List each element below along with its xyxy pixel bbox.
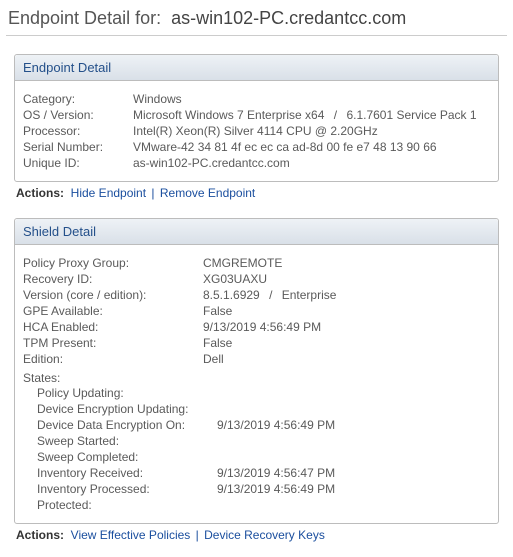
- label-processor: Processor:: [23, 123, 133, 139]
- row-dev-data-enc-on: Device Data Encryption On: 9/13/2019 4:5…: [37, 417, 490, 433]
- row-sweep-completed: Sweep Completed:: [37, 449, 490, 465]
- row-serial: Serial Number: VMware-42 34 81 4f ec ec …: [23, 139, 490, 155]
- value-ppg: CMGREMOTE: [203, 255, 490, 271]
- shield-detail-header: Shield Detail: [15, 219, 498, 245]
- row-hca: HCA Enabled: 9/13/2019 4:56:49 PM: [23, 319, 490, 335]
- header-divider: [6, 35, 507, 36]
- row-dev-enc-updating: Device Encryption Updating:: [37, 401, 490, 417]
- label-dev-data-enc-on: Device Data Encryption On:: [37, 417, 217, 433]
- value-category: Windows: [133, 91, 490, 107]
- row-recovery: Recovery ID: XG03UAXU: [23, 271, 490, 287]
- value-uniqueid: as-win102-PC.credantcc.com: [133, 155, 490, 171]
- shield-detail-table: Policy Proxy Group: CMGREMOTE Recovery I…: [23, 255, 490, 367]
- label-version: Version (core / edition):: [23, 287, 203, 303]
- os-separator: /: [328, 108, 343, 122]
- endpoint-detail-table: Category: Windows OS / Version: Microsof…: [23, 91, 490, 171]
- page-title-hostname: as-win102-PC.credantcc.com: [171, 8, 406, 28]
- value-sweep-completed: [217, 449, 490, 465]
- value-dev-enc-updating: [217, 401, 490, 417]
- value-hca: 9/13/2019 4:56:49 PM: [203, 319, 490, 335]
- label-gpe: GPE Available:: [23, 303, 203, 319]
- value-protected: [217, 497, 490, 513]
- row-inv-received: Inventory Received: 9/13/2019 4:56:47 PM: [37, 465, 490, 481]
- row-ppg: Policy Proxy Group: CMGREMOTE: [23, 255, 490, 271]
- value-os: Microsoft Windows 7 Enterprise x64 / 6.1…: [133, 107, 490, 123]
- shield-actions: Actions: View Effective Policies | Devic…: [16, 528, 499, 542]
- shield-detail-panel: Shield Detail Policy Proxy Group: CMGREM…: [14, 218, 499, 524]
- hide-endpoint-link[interactable]: Hide Endpoint: [71, 186, 146, 200]
- label-sweep-started: Sweep Started:: [37, 433, 217, 449]
- label-inv-received: Inventory Received:: [37, 465, 217, 481]
- row-os: OS / Version: Microsoft Windows 7 Enterp…: [23, 107, 490, 123]
- row-version: Version (core / edition): 8.5.1.6929 / E…: [23, 287, 490, 303]
- row-policy-updating: Policy Updating:: [37, 385, 490, 401]
- actions-separator: |: [149, 186, 156, 200]
- label-serial: Serial Number:: [23, 139, 133, 155]
- label-edition: Edition:: [23, 351, 203, 367]
- states-table: Policy Updating: Device Encryption Updat…: [37, 385, 490, 513]
- value-version-edition: Enterprise: [282, 288, 337, 302]
- version-separator: /: [263, 288, 278, 302]
- shield-detail-body: Policy Proxy Group: CMGREMOTE Recovery I…: [15, 245, 498, 523]
- value-serial: VMware-42 34 81 4f ec ec ca ad-8d 00 fe …: [133, 139, 490, 155]
- endpoint-detail-header: Endpoint Detail: [15, 55, 498, 81]
- value-version: 8.5.1.6929 / Enterprise: [203, 287, 490, 303]
- device-recovery-keys-link[interactable]: Device Recovery Keys: [204, 528, 325, 542]
- shield-actions-separator: |: [194, 528, 201, 542]
- value-dev-data-enc-on: 9/13/2019 4:56:49 PM: [217, 417, 490, 433]
- endpoint-actions-label: Actions:: [16, 186, 64, 200]
- value-processor: Intel(R) Xeon(R) Silver 4114 CPU @ 2.20G…: [133, 123, 490, 139]
- label-protected: Protected:: [37, 497, 217, 513]
- page-title-prefix: Endpoint Detail for:: [8, 8, 161, 28]
- row-processor: Processor: Intel(R) Xeon(R) Silver 4114 …: [23, 123, 490, 139]
- label-hca: HCA Enabled:: [23, 319, 203, 335]
- endpoint-detail-body: Category: Windows OS / Version: Microsof…: [15, 81, 498, 181]
- label-category: Category:: [23, 91, 133, 107]
- label-uniqueid: Unique ID:: [23, 155, 133, 171]
- value-inv-received: 9/13/2019 4:56:47 PM: [217, 465, 490, 481]
- label-dev-enc-updating: Device Encryption Updating:: [37, 401, 217, 417]
- value-recovery: XG03UAXU: [203, 271, 490, 287]
- value-policy-updating: [217, 385, 490, 401]
- label-sweep-completed: Sweep Completed:: [37, 449, 217, 465]
- shield-actions-label: Actions:: [16, 528, 64, 542]
- label-tpm: TPM Present:: [23, 335, 203, 351]
- row-sweep-started: Sweep Started:: [37, 433, 490, 449]
- value-inv-processed: 9/13/2019 4:56:49 PM: [217, 481, 490, 497]
- value-gpe: False: [203, 303, 490, 319]
- row-category: Category: Windows: [23, 91, 490, 107]
- states-header: States:: [23, 371, 490, 385]
- remove-endpoint-link[interactable]: Remove Endpoint: [160, 186, 255, 200]
- row-tpm: TPM Present: False: [23, 335, 490, 351]
- value-version-core: 8.5.1.6929: [203, 288, 260, 302]
- endpoint-actions: Actions: Hide Endpoint | Remove Endpoint: [16, 186, 499, 200]
- value-sweep-started: [217, 433, 490, 449]
- row-inv-processed: Inventory Processed: 9/13/2019 4:56:49 P…: [37, 481, 490, 497]
- label-ppg: Policy Proxy Group:: [23, 255, 203, 271]
- states-block: Policy Updating: Device Encryption Updat…: [37, 385, 490, 513]
- row-protected: Protected:: [37, 497, 490, 513]
- row-uniqueid: Unique ID: as-win102-PC.credantcc.com: [23, 155, 490, 171]
- value-os-version: 6.1.7601 Service Pack 1: [346, 108, 476, 122]
- value-tpm: False: [203, 335, 490, 351]
- view-effective-policies-link[interactable]: View Effective Policies: [71, 528, 191, 542]
- page-title: Endpoint Detail for: as-win102-PC.credan…: [8, 8, 507, 29]
- row-edition: Edition: Dell: [23, 351, 490, 367]
- label-inv-processed: Inventory Processed:: [37, 481, 217, 497]
- label-recovery: Recovery ID:: [23, 271, 203, 287]
- label-os: OS / Version:: [23, 107, 133, 123]
- label-policy-updating: Policy Updating:: [37, 385, 217, 401]
- value-edition: Dell: [203, 351, 490, 367]
- row-gpe: GPE Available: False: [23, 303, 490, 319]
- endpoint-detail-panel: Endpoint Detail Category: Windows OS / V…: [14, 54, 499, 182]
- value-os-name: Microsoft Windows 7 Enterprise x64: [133, 108, 324, 122]
